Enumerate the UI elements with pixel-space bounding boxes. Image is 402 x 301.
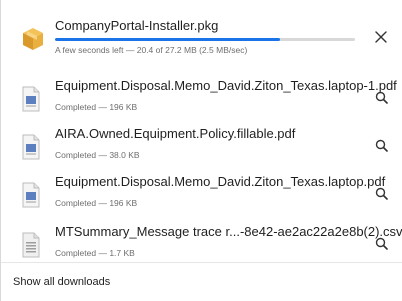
download-filename: MTSummary_Message trace r...-8e42-ae2ac2… bbox=[55, 224, 402, 239]
download-item-disposal-memo[interactable]: Equipment.Disposal.Memo_David.Ziton_Texa… bbox=[15, 170, 390, 220]
download-filename: Equipment.Disposal.Memo_David.Ziton_Texa… bbox=[55, 174, 386, 189]
pdf-file-icon bbox=[21, 182, 43, 208]
download-progress-bar bbox=[55, 38, 355, 41]
download-item-aira-policy[interactable]: AIRA.Owned.Equipment.Policy.fillable.pdf… bbox=[15, 122, 390, 172]
close-icon[interactable] bbox=[372, 28, 390, 46]
download-filename: CompanyPortal-Installer.pkg bbox=[55, 18, 219, 33]
download-progress-fill bbox=[55, 38, 280, 41]
download-status: Completed — 196 KB bbox=[55, 198, 138, 208]
csv-file-icon bbox=[21, 232, 43, 258]
download-filename: AIRA.Owned.Equipment.Policy.fillable.pdf bbox=[55, 126, 296, 141]
download-item-disposal-memo-1[interactable]: Equipment.Disposal.Memo_David.Ziton_Texa… bbox=[15, 74, 397, 124]
download-status: Completed — 38.0 KB bbox=[55, 150, 140, 160]
show-all-downloads-link[interactable]: Show all downloads bbox=[13, 276, 110, 288]
download-status: Completed — 196 KB bbox=[55, 102, 138, 112]
download-status: A few seconds left — 20.4 of 27.2 MB (2.… bbox=[55, 45, 248, 55]
magnifier-icon[interactable] bbox=[372, 234, 390, 252]
pdf-file-icon bbox=[21, 86, 43, 112]
downloads-panel: CompanyPortal-Installer.pkg A few second… bbox=[0, 0, 402, 301]
magnifier-icon[interactable] bbox=[372, 136, 390, 154]
download-status: Completed — 1.7 KB bbox=[55, 248, 135, 258]
footer-divider bbox=[1, 262, 402, 263]
magnifier-icon[interactable] bbox=[372, 184, 390, 202]
magnifier-icon[interactable] bbox=[372, 88, 390, 106]
package-box-icon bbox=[21, 26, 43, 52]
download-item-companyportal[interactable]: CompanyPortal-Installer.pkg A few second… bbox=[15, 14, 390, 64]
download-filename: Equipment.Disposal.Memo_David.Ziton_Texa… bbox=[55, 78, 397, 93]
pdf-file-icon bbox=[21, 134, 43, 160]
